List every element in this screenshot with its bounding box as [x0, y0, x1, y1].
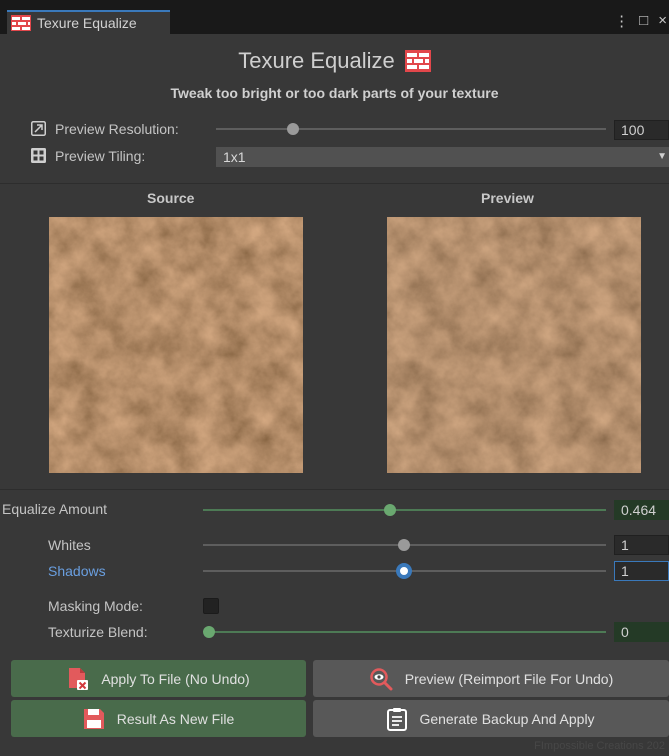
subtitle: Tweak too bright or too dark parts of yo…	[170, 85, 499, 101]
generate-backup-label: Generate Backup And Apply	[419, 710, 595, 727]
clipboard-icon	[387, 707, 408, 731]
save-file-icon	[83, 708, 104, 729]
credit-footer: FImpossible Creations 202	[534, 740, 665, 752]
equalize-amount-field[interactable]: 0.464	[614, 500, 669, 520]
result-as-new-file-button[interactable]: Result As New File	[11, 700, 306, 737]
shadows-knob[interactable]	[396, 563, 412, 579]
more-options-icon[interactable]: ⋮	[614, 12, 629, 30]
texturize-blend-label: Texturize Blend:	[48, 624, 148, 640]
page-title: Texure Equalize	[238, 48, 395, 73]
preview-reimport-button[interactable]: Preview (Reimport File For Undo)	[313, 660, 669, 697]
divider	[0, 183, 669, 184]
texturize-blend-field[interactable]: 0	[614, 622, 669, 642]
header: Texure Equalize	[0, 46, 669, 76]
preview-texture-image	[387, 217, 641, 473]
preview-tiling-value: 1x1	[223, 149, 246, 165]
close-icon[interactable]: ×	[658, 12, 667, 30]
whites-field[interactable]: 1	[614, 535, 669, 555]
divider	[0, 489, 669, 490]
generate-backup-button[interactable]: Generate Backup And Apply	[313, 700, 669, 737]
whites-knob[interactable]	[398, 539, 410, 551]
window-controls: ⋮ □ ×	[614, 12, 667, 30]
apply-to-file-label: Apply To File (No Undo)	[101, 670, 250, 687]
masking-mode-label: Masking Mode:	[48, 598, 143, 614]
preview-reimport-label: Preview (Reimport File For Undo)	[404, 670, 614, 687]
equalize-amount-label: Equalize Amount	[2, 501, 108, 517]
texturize-blend-knob[interactable]	[203, 626, 215, 638]
magnifier-icon	[370, 667, 393, 690]
preview-resolution-track[interactable]	[216, 128, 606, 130]
tab-title: Texure Equalize	[37, 15, 137, 31]
tiling-grid-icon	[31, 148, 46, 163]
apply-to-file-button[interactable]: Apply To File (No Undo)	[11, 660, 306, 697]
equalize-amount-knob[interactable]	[384, 504, 396, 516]
masking-mode-checkbox[interactable]	[203, 598, 219, 614]
preview-label: Preview	[481, 190, 534, 206]
preview-tiling-dropdown[interactable]: 1x1 ▼	[216, 147, 669, 167]
equalize-amount-track[interactable]	[203, 509, 606, 511]
texturize-blend-track[interactable]	[209, 631, 606, 633]
shadows-label: Shadows	[48, 563, 106, 579]
result-as-new-file-label: Result As New File	[116, 710, 235, 727]
preview-resolution-knob[interactable]	[287, 123, 299, 135]
preview-resolution-field[interactable]: 100	[614, 120, 669, 140]
preview-resolution-label: Preview Resolution:	[55, 121, 179, 137]
chevron-down-icon: ▼	[657, 151, 667, 162]
texture-tool-icon	[11, 15, 31, 31]
preview-tiling-label: Preview Tiling:	[55, 148, 146, 164]
source-texture-image	[49, 217, 303, 473]
window-tab[interactable]: Texure Equalize	[7, 10, 170, 34]
source-label: Source	[147, 190, 195, 206]
whites-label: Whites	[48, 537, 91, 553]
apply-file-icon	[69, 667, 89, 690]
texture-tool-icon	[404, 50, 431, 72]
maximize-icon[interactable]: □	[639, 12, 648, 30]
shadows-field[interactable]: 1	[614, 561, 669, 581]
resolution-icon	[31, 121, 46, 136]
